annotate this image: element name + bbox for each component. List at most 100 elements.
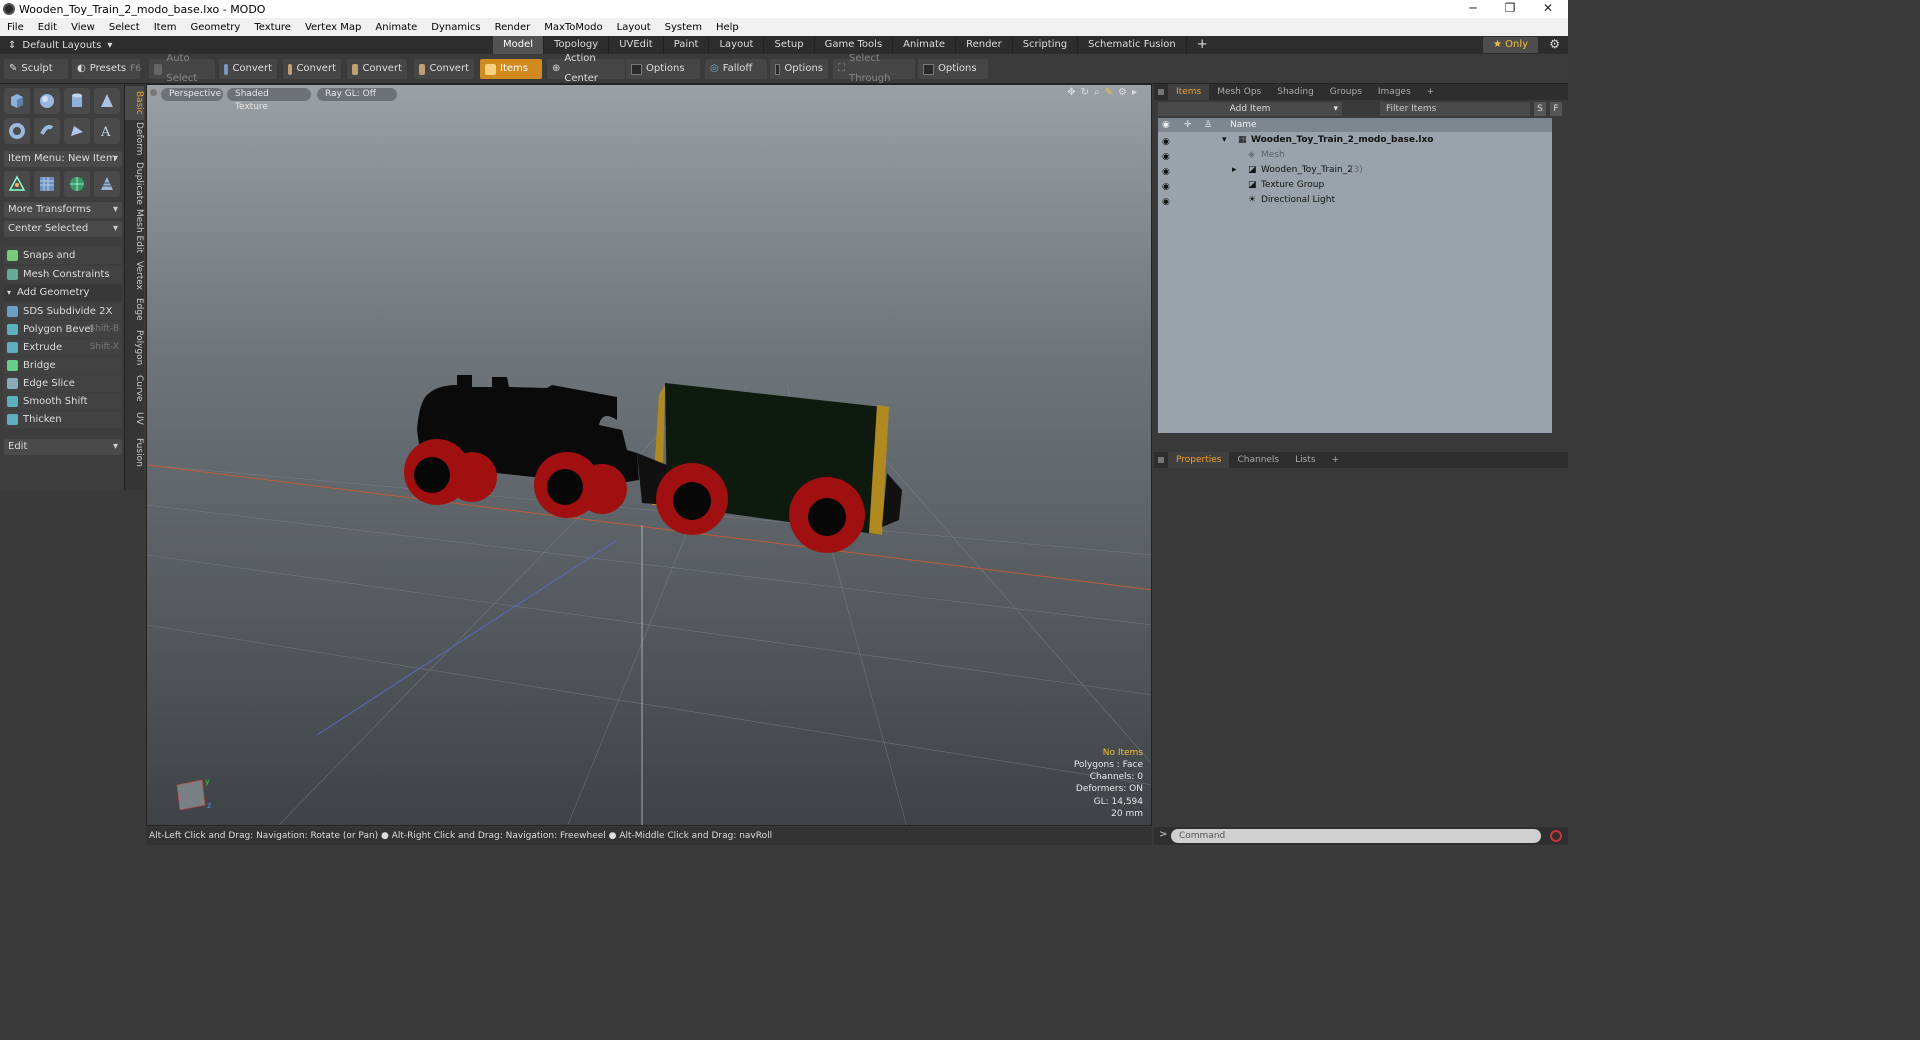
convert-vertices-button[interactable]: Convert [219, 59, 277, 79]
presets-button[interactable]: ◐ Presets F6 [72, 59, 141, 79]
menu-select[interactable]: Select [102, 22, 147, 33]
falloff-options-button[interactable]: Options [770, 59, 828, 79]
vtab-vertex[interactable]: Vertex [125, 260, 144, 290]
thicken-button[interactable]: Thicken [4, 411, 122, 428]
polygon-bevel-button[interactable]: Polygon Bevel Shift-B [4, 321, 122, 338]
tab-images[interactable]: Images [1370, 84, 1419, 100]
add-tab-icon[interactable]: + [1187, 36, 1218, 54]
tab-mesh-ops[interactable]: Mesh Ops [1209, 84, 1269, 100]
tab-paint[interactable]: Paint [664, 36, 710, 54]
select-through-button[interactable]: ⛶ Select Through [833, 53, 915, 84]
menu-vertex-map[interactable]: Vertex Map [298, 22, 368, 33]
expand-arrow-icon[interactable]: ▾ [1222, 133, 1227, 147]
menu-maxtomodo[interactable]: MaxToModo [537, 22, 609, 33]
falloff-button[interactable]: ◎ Falloff [705, 59, 767, 79]
tab-items[interactable]: Items [1168, 84, 1210, 100]
grid-icon[interactable] [34, 171, 60, 197]
tab-groups[interactable]: Groups [1322, 84, 1370, 100]
edge-slice-button[interactable]: Edge Slice [4, 375, 122, 392]
tree-row[interactable]: ◉ ◈ Mesh [1158, 148, 1552, 162]
mesh-constraints-button[interactable]: Mesh Constraints [4, 266, 122, 283]
tab-lists[interactable]: Lists [1287, 452, 1323, 468]
snaps-precision-button[interactable]: Snaps and Precision [4, 247, 122, 278]
tree-row[interactable]: ◉ ▸ ◪ Wooden_Toy_Train_2 (3) [1158, 163, 1552, 177]
vtab-fusion[interactable]: Fusion [125, 436, 144, 468]
menu-layout[interactable]: Layout [610, 22, 658, 33]
eye-icon[interactable]: ◉ [1162, 180, 1172, 192]
menu-system[interactable]: System [658, 22, 709, 33]
vtab-uv[interactable]: UV [125, 408, 144, 428]
convert-polygons-button[interactable]: Convert [347, 59, 407, 79]
add-tab-icon[interactable]: + [1324, 452, 1348, 468]
items-mode-button[interactable]: Items [480, 59, 542, 79]
tab-channels[interactable]: Channels [1229, 452, 1287, 468]
record-icon[interactable] [1550, 830, 1562, 842]
filter-s-button[interactable]: S [1534, 102, 1546, 116]
menu-geometry[interactable]: Geometry [183, 22, 247, 33]
eye-icon[interactable]: ◉ [1162, 150, 1172, 162]
action-center-options-button[interactable]: Options [626, 59, 700, 79]
minimize-icon[interactable]: ─ [1453, 0, 1493, 18]
torus-icon[interactable] [4, 118, 30, 144]
vtab-deform[interactable]: Deform [125, 122, 144, 156]
tab-schematic-fusion[interactable]: Schematic Fusion [1078, 36, 1187, 54]
3d-viewport[interactable]: Perspective Shaded Texture Ray GL: Off ✥… [146, 84, 1152, 826]
command-input[interactable]: Command [1171, 829, 1541, 843]
sculpt-button[interactable]: ✎ Sculpt [4, 59, 68, 79]
cone-icon[interactable] [94, 88, 120, 114]
select-through-options-button[interactable]: Options [918, 59, 988, 79]
scale-icon[interactable] [94, 171, 120, 197]
menu-render[interactable]: Render [488, 22, 538, 33]
tree-row[interactable]: ◉ ☀ Directional Light [1158, 193, 1552, 207]
eye-icon[interactable]: ◉ [1162, 135, 1172, 147]
smooth-shift-button[interactable]: Smooth Shift [4, 393, 122, 410]
tab-render[interactable]: Render [956, 36, 1013, 54]
sphere-icon[interactable] [34, 88, 60, 114]
menu-edit[interactable]: Edit [31, 22, 64, 33]
menu-item[interactable]: Item [147, 22, 184, 33]
extrude-button[interactable]: Extrude Shift-X [4, 339, 122, 356]
action-center-button[interactable]: ⊕ Action Center [547, 53, 625, 84]
vtab-duplicate[interactable]: Duplicate [125, 162, 144, 205]
menu-animate[interactable]: Animate [368, 22, 424, 33]
only-toggle[interactable]: ★ Only [1483, 37, 1538, 53]
pen-tool-icon[interactable] [64, 118, 90, 144]
convert-edges-button[interactable]: Convert [283, 59, 341, 79]
tree-row[interactable]: ◉ ▾ ▦ Wooden_Toy_Train_2_modo_base.lxo [1158, 133, 1552, 147]
item-menu-dropdown[interactable]: Item Menu: New Item [4, 151, 122, 167]
add-geometry-header[interactable]: ▾ Add Geometry [4, 285, 122, 301]
convert-items-button[interactable]: Convert [414, 59, 474, 79]
default-layouts-dropdown[interactable]: ⇕ Default Layouts ▾ [8, 40, 112, 51]
close-icon[interactable]: ✕ [1528, 0, 1568, 18]
tab-model[interactable]: Model [493, 36, 545, 54]
restore-icon[interactable]: ❐ [1490, 0, 1530, 18]
tab-scripting[interactable]: Scripting [1013, 36, 1079, 54]
text-tool-icon[interactable]: A [94, 118, 120, 144]
menu-file[interactable]: File [0, 22, 31, 33]
center-selected-dropdown[interactable]: Center Selected [4, 221, 122, 237]
cube-icon[interactable] [4, 88, 30, 114]
expand-arrow-icon[interactable]: ▸ [1232, 163, 1237, 177]
transform-icon[interactable] [4, 171, 30, 197]
add-tab-icon[interactable]: + [1419, 84, 1443, 100]
tab-shading[interactable]: Shading [1269, 84, 1322, 100]
vtab-mesh-edit[interactable]: Mesh Edit [125, 208, 144, 254]
cylinder-icon[interactable] [64, 88, 90, 114]
edit-dropdown[interactable]: Edit [4, 439, 122, 455]
eye-icon[interactable]: ◉ [1162, 165, 1172, 177]
vtab-basic[interactable]: Basic [125, 86, 144, 120]
sds-subdivide-button[interactable]: SDS Subdivide 2X [4, 303, 122, 320]
more-transforms-dropdown[interactable]: More Transforms [4, 202, 122, 218]
tab-layout[interactable]: Layout [709, 36, 765, 54]
vtab-edge[interactable]: Edge [125, 296, 144, 322]
menu-help[interactable]: Help [709, 22, 746, 33]
menu-dynamics[interactable]: Dynamics [424, 22, 487, 33]
filter-f-button[interactable]: F [1550, 102, 1562, 116]
bridge-button[interactable]: Bridge [4, 357, 122, 374]
globe-icon[interactable] [64, 171, 90, 197]
menu-view[interactable]: View [64, 22, 102, 33]
filter-items-input[interactable]: Filter Items [1380, 102, 1530, 116]
menu-texture[interactable]: Texture [247, 22, 298, 33]
auto-select-button[interactable]: Auto Select [149, 53, 215, 84]
vtab-polygon[interactable]: Polygon [125, 330, 144, 366]
